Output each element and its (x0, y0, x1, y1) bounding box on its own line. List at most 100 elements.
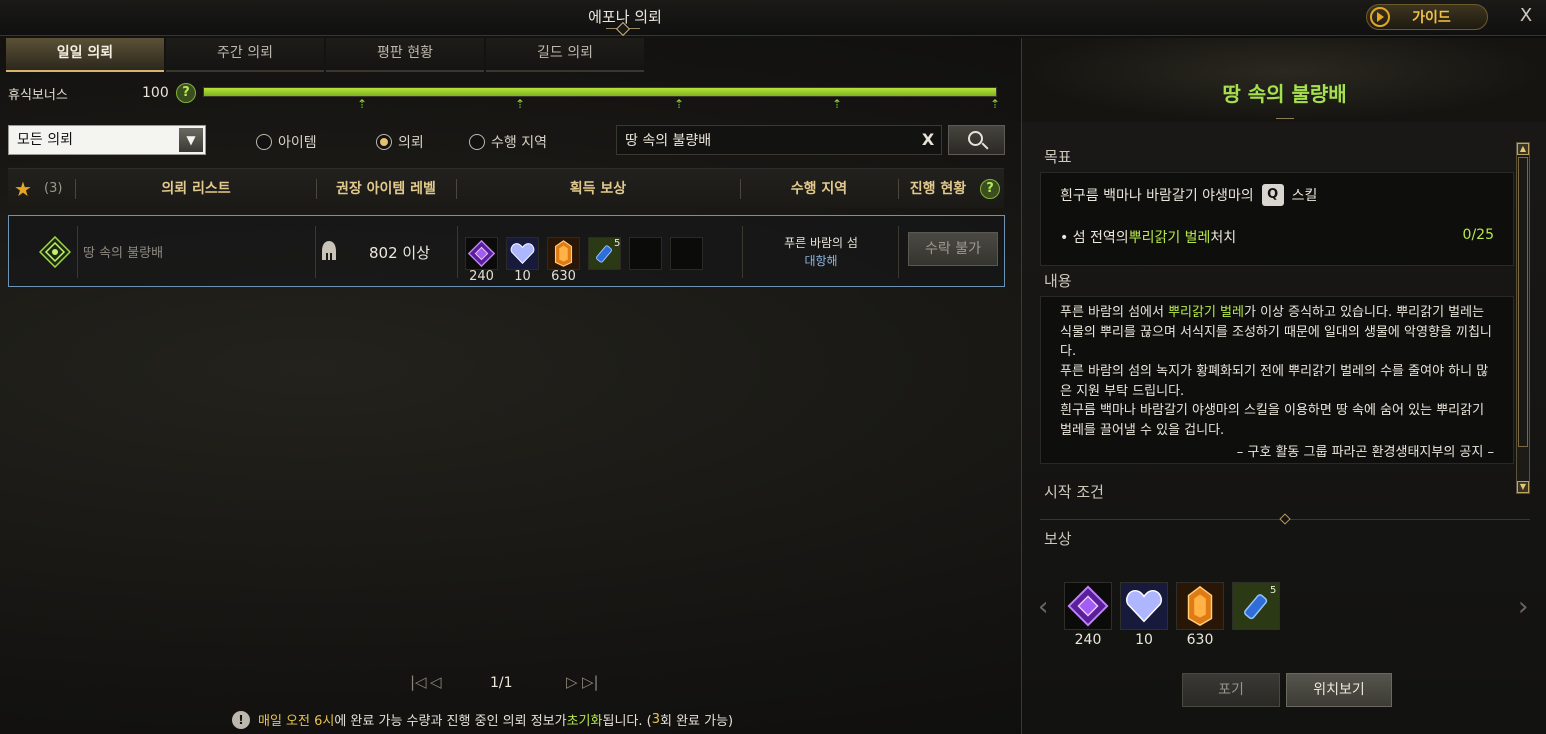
help-icon[interactable]: ? (980, 179, 1000, 199)
scroll-down-icon[interactable]: ▼ (1517, 481, 1529, 493)
stack-count: 5 (614, 238, 621, 249)
scroll-up-icon[interactable]: ▲ (1517, 143, 1529, 155)
empty-reward-slot (670, 237, 703, 270)
tab-weekly[interactable]: 주간 의뢰 (166, 38, 324, 72)
reset-notice: ! 매일 오전 6시 에 완료 가능 수량과 진행 중인 의뢰 정보가 초기화 … (232, 710, 733, 729)
header-progress: 진행 현황 (909, 181, 967, 197)
helmet-icon (322, 241, 336, 260)
region-name: 푸른 바람의 섬 (784, 236, 858, 250)
prev-page-button[interactable]: ◁ (430, 673, 442, 691)
rest-bonus-value: 100 (142, 85, 169, 101)
view-location-button[interactable]: 위치보기 (1286, 673, 1392, 707)
scroll-thumb[interactable] (1518, 157, 1528, 447)
objective-progress: 0/25 (1462, 227, 1494, 243)
tab-guild[interactable]: 길드 의뢰 (486, 38, 644, 72)
chevron-left-icon[interactable]: ‹ (1038, 592, 1048, 622)
rest-bonus-label: 휴식보너스 (8, 88, 68, 103)
reward-count: 240 (469, 269, 494, 284)
stack-count: 5 (1270, 585, 1277, 596)
content-signature: – 구호 활동 그룹 파라곤 환경생태지부의 공지 – (1236, 445, 1494, 460)
tab-daily[interactable]: 일일 의뢰 (6, 38, 164, 72)
chevron-down-icon[interactable]: ▼ (179, 128, 203, 152)
search-input[interactable] (616, 125, 942, 155)
quest-name: 땅 속의 불량배 (83, 246, 164, 261)
guide-label: 가이드 (1412, 10, 1451, 26)
guide-button[interactable]: 가이드 (1366, 4, 1488, 30)
give-up-button[interactable]: 포기 (1182, 673, 1280, 707)
reward-slot[interactable] (1176, 582, 1224, 630)
radio-region-label: 수행 지역 (491, 135, 547, 151)
item-level-value: 802 이상 (369, 244, 430, 262)
detail-scrollbar[interactable]: ▲ ▼ (1516, 142, 1530, 494)
reward-title: 보상 (1044, 530, 1072, 548)
select-value: 모든 의뢰 (17, 132, 73, 148)
tab-bar: 일일 의뢰 주간 의뢰 평판 현황 길드 의뢰 (6, 38, 646, 72)
content-title: 내용 (1044, 272, 1072, 290)
bar-tick-icon: ⇡ (673, 97, 685, 111)
header-reward: 획득 보상 (569, 181, 627, 197)
last-page-button[interactable]: ▷| (582, 673, 599, 691)
reward-slot[interactable] (547, 237, 580, 270)
next-page-button[interactable]: ▷ (566, 673, 578, 691)
star-icon[interactable]: ★ (14, 177, 32, 201)
info-icon: ! (232, 710, 250, 729)
title-bar: 에포나 의뢰 가이드 X (0, 0, 1546, 36)
bar-tick-icon: ⇡ (989, 97, 1001, 111)
bar-tick-icon: ⇡ (831, 97, 843, 111)
content-paragraph: 푸른 바람의 섬의 녹지가 황폐화되기 전에 뿌리갉기 벌레의 수를 줄여야 하… (1060, 364, 1489, 399)
radio-dot (469, 134, 485, 150)
reward-slot[interactable] (465, 237, 498, 270)
crystal-heart-icon (1121, 583, 1167, 629)
objective-line: 흰구름 백마나 바람갈기 야생마의 Q 스킬 (1060, 184, 1317, 206)
empty-reward-slot (629, 237, 662, 270)
reward-count: 10 (514, 269, 531, 284)
radio-quest-label: 의뢰 (398, 135, 424, 151)
radio-region[interactable]: 수행 지역 (469, 132, 547, 152)
reward-slot[interactable] (1064, 582, 1112, 630)
crystal-heart-icon (507, 238, 538, 269)
close-button[interactable]: X (1514, 4, 1538, 28)
favorite-count: (3) (44, 181, 63, 196)
purple-gem-icon (467, 239, 496, 268)
radio-item[interactable]: 아이템 (256, 132, 317, 152)
detail-title: 땅 속의 불량배 (1222, 82, 1347, 106)
help-icon[interactable]: ? (176, 83, 196, 103)
orange-crystal-icon (548, 238, 579, 269)
radio-item-label: 아이템 (278, 135, 317, 151)
radio-dot (376, 134, 392, 150)
reward-count: 630 (551, 269, 576, 284)
accept-button[interactable]: 수락 불가 (908, 232, 998, 266)
quest-detail-panel: 땅 속의 불량배 목표 흰구름 백마나 바람갈기 야생마의 Q 스킬 • 섬 전… (1021, 38, 1546, 734)
bar-tick-icon: ⇡ (514, 97, 526, 111)
reward-slot[interactable] (1120, 582, 1168, 630)
header-item-level: 권장 아이템 레벨 (336, 181, 436, 197)
first-page-button[interactable]: |◁ (410, 673, 427, 691)
play-icon (1370, 7, 1390, 27)
clear-search-button[interactable]: X (916, 128, 940, 152)
header-quest-list: 의뢰 리스트 (161, 181, 231, 197)
search-button[interactable] (948, 125, 1005, 155)
purple-gem-icon (1067, 585, 1109, 627)
skill-key-q-icon: Q (1261, 184, 1284, 206)
table-header: ★ (3) 의뢰 리스트 권장 아이템 레벨 획득 보상 수행 지역 진행 현황… (8, 168, 1004, 208)
content-paragraph: 푸른 바람의 섬에서 뿌리갉기 벌레가 이상 증식하고 있습니다. 뿌리갉기 벌… (1060, 305, 1492, 359)
radio-dot (256, 134, 272, 150)
reward-slot[interactable] (506, 237, 539, 270)
table-row[interactable]: 땅 속의 불량배 802 이상 240 10 630 5 푸른 바람의 섬 대항… (8, 215, 1005, 287)
detail-header: 땅 속의 불량배 (1022, 38, 1546, 122)
reward-count: 630 (1186, 632, 1214, 648)
region-category: 대항해 (804, 254, 838, 268)
divider-ornament (1279, 513, 1291, 525)
quest-emblem-icon (39, 236, 71, 268)
objective-kill-line: • 섬 전역의 뿌리갉기 벌레 처치 (1060, 230, 1237, 246)
chevron-right-icon[interactable]: › (1518, 592, 1528, 622)
tab-reputation[interactable]: 평판 현황 (326, 38, 484, 72)
quest-filter-select[interactable]: 모든 의뢰 ▼ (8, 125, 206, 155)
bar-tick-icon: ⇡ (356, 97, 368, 111)
page-indicator: 1/1 (490, 675, 513, 691)
reward-count: 10 (1135, 632, 1153, 648)
header-region: 수행 지역 (790, 181, 848, 197)
orange-crystal-icon (1177, 583, 1223, 629)
content-paragraph: 흰구름 백마나 바람갈기 야생마의 스킬을 이용하면 땅 속에 숨어 있는 뿌리… (1060, 403, 1485, 438)
radio-quest[interactable]: 의뢰 (376, 132, 424, 152)
